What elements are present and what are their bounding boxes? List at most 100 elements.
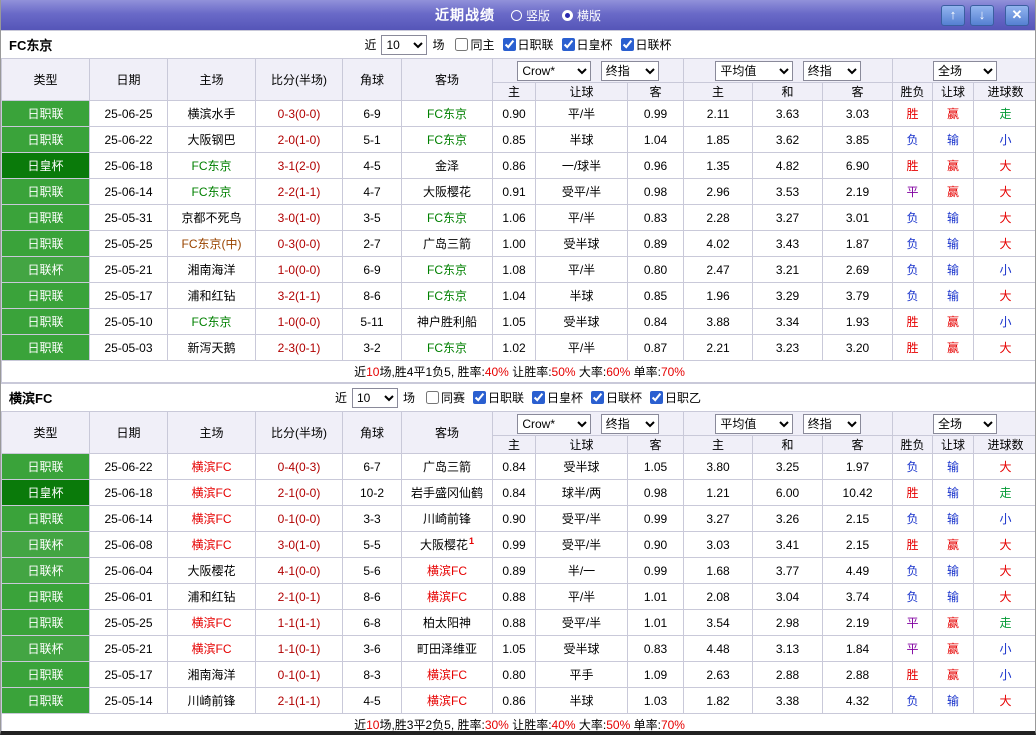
recent-results-panel: 近期战绩 竖版 横版 ↑ ↓ ✕ FC东京 近 10 场 同主 日职联 日皇杯 日联杯 <box>0 0 1036 735</box>
home-team-link[interactable]: 浦和红钻 <box>167 583 256 610</box>
away-team-link[interactable]: 金泽 <box>401 152 493 179</box>
checkbox-input[interactable] <box>532 391 545 404</box>
filter-checkbox-1[interactable]: 日职联 <box>502 36 554 53</box>
corners: 4-5 <box>342 687 402 714</box>
filter-checkbox-2[interactable]: 日皇杯 <box>561 36 613 53</box>
away-team-link[interactable]: 川崎前锋 <box>401 505 493 532</box>
checkbox-input[interactable] <box>425 391 439 404</box>
away-team-link[interactable]: 町田泽维亚 <box>401 635 493 662</box>
home-team-link[interactable]: FC东京 <box>167 308 256 335</box>
home-team-link[interactable]: 横滨水手 <box>167 100 256 127</box>
avg-draw: 3.25 <box>752 453 824 480</box>
away-team-link[interactable]: FC东京 <box>401 204 493 231</box>
away-team-link[interactable]: 广岛三箭 <box>401 453 493 480</box>
result-wdl: 负 <box>892 505 934 532</box>
close-button[interactable]: ✕ <box>1005 4 1029 26</box>
away-team-link[interactable]: 横滨FC <box>401 557 493 584</box>
home-team-link[interactable]: 横滨FC <box>167 609 256 636</box>
odds-handicap: 平/半 <box>535 583 628 610</box>
average-select[interactable]: 平均值 <box>715 60 794 81</box>
col-result-goals: 进球数 <box>973 435 1035 454</box>
avg-draw: 3.21 <box>752 256 824 283</box>
average-stage-select[interactable]: 终指 <box>802 413 861 434</box>
corners: 2-7 <box>342 230 402 257</box>
scope-select[interactable]: 全场 <box>933 60 998 81</box>
radio-icon <box>510 9 522 21</box>
away-team-link[interactable]: FC东京 <box>401 256 493 283</box>
away-team-link[interactable]: 大阪樱花1 <box>401 531 493 558</box>
home-team-link[interactable]: FC东京 <box>167 152 256 179</box>
odds-company-select[interactable]: Crow* <box>517 60 592 81</box>
avg-draw: 3.62 <box>752 126 824 153</box>
filter-checkbox-0[interactable]: 同赛 <box>425 389 465 406</box>
filter-checkbox-1[interactable]: 日职联 <box>472 389 524 406</box>
avg-draw: 3.26 <box>752 505 824 532</box>
result-wdl: 负 <box>892 204 934 231</box>
odds-handicap: 球半/两 <box>535 479 628 506</box>
checkbox-input[interactable] <box>455 38 469 51</box>
odds-company-select[interactable]: Crow* <box>517 413 592 434</box>
away-team-link[interactable]: 神户胜利船 <box>401 308 493 335</box>
recent-count-select[interactable]: 10 <box>381 34 428 55</box>
home-team-link[interactable]: 大阪樱花 <box>167 557 256 584</box>
checkbox-input[interactable] <box>650 391 664 404</box>
home-team-link[interactable]: 横滨FC <box>167 479 256 506</box>
away-team-link[interactable]: 横滨FC <box>401 583 493 610</box>
col-date: 日期 <box>89 411 168 454</box>
layout-radio-option-1[interactable]: 横版 <box>562 7 601 24</box>
result-handicap: 输 <box>932 687 975 714</box>
odds-away: 1.03 <box>626 687 685 714</box>
away-team-link[interactable]: 横滨FC <box>401 687 493 714</box>
col-score: 比分(半场) <box>255 411 343 454</box>
away-team-link[interactable]: 柏太阳神 <box>401 609 493 636</box>
away-team-link[interactable]: FC东京 <box>401 100 493 127</box>
layout-radio-option-0[interactable]: 竖版 <box>510 7 550 24</box>
filter-checkbox-3[interactable]: 日联杯 <box>591 389 642 406</box>
home-team-link[interactable]: 新泻天鹅 <box>167 334 256 361</box>
checkbox-input[interactable] <box>502 38 516 51</box>
home-team-link[interactable]: 湘南海洋 <box>167 256 256 283</box>
checkbox-input[interactable] <box>472 391 486 404</box>
score: 2-0(1-0) <box>255 126 343 153</box>
away-team-link[interactable]: FC东京 <box>401 126 493 153</box>
average-select[interactable]: 平均值 <box>715 413 794 434</box>
score: 0-3(0-0) <box>255 230 343 257</box>
away-team-link[interactable]: 岩手盛冈仙鹤 <box>401 479 493 506</box>
home-team-link[interactable]: 川崎前锋 <box>167 687 256 714</box>
filter-checkbox-3[interactable]: 日联杯 <box>620 36 672 53</box>
move-up-button[interactable]: ↑ <box>941 4 965 26</box>
home-team-link[interactable]: 湘南海洋 <box>167 661 256 688</box>
filter-checkbox-2[interactable]: 日皇杯 <box>532 389 583 406</box>
filter-checkbox-4[interactable]: 日职乙 <box>650 389 701 406</box>
odds-stage-select[interactable]: 终指 <box>600 60 659 81</box>
home-team-link[interactable]: FC东京(中) <box>167 230 256 257</box>
avg-away: 10.42 <box>822 479 894 506</box>
home-team-link[interactable]: 横滨FC <box>167 531 256 558</box>
average-stage-select[interactable]: 终指 <box>802 60 861 81</box>
recent-count-select[interactable]: 10 <box>351 387 398 408</box>
home-team-link[interactable]: 京都不死鸟 <box>167 204 256 231</box>
away-team-link[interactable]: FC东京 <box>401 334 493 361</box>
summary-segment: 大率: <box>575 365 607 379</box>
home-team-link[interactable]: 横滨FC <box>167 505 256 532</box>
filter-checkbox-0[interactable]: 同主 <box>455 36 495 53</box>
scope-select[interactable]: 全场 <box>933 413 998 434</box>
away-team-link[interactable]: FC东京 <box>401 282 493 309</box>
filter-checkboxes: 同赛 日职联 日皇杯 日联杯 日职乙 <box>425 389 701 406</box>
checkbox-input[interactable] <box>561 38 575 51</box>
avg-draw: 3.77 <box>752 557 824 584</box>
home-team-link[interactable]: 横滨FC <box>167 453 256 480</box>
checkbox-input[interactable] <box>620 38 634 51</box>
away-team-link[interactable]: 大阪樱花 <box>401 178 493 205</box>
home-team-link[interactable]: 横滨FC <box>167 635 256 662</box>
corners: 5-5 <box>342 531 402 558</box>
match-date: 25-06-14 <box>89 178 168 205</box>
home-team-link[interactable]: 大阪钢巴 <box>167 126 256 153</box>
move-down-button[interactable]: ↓ <box>970 4 994 26</box>
checkbox-input[interactable] <box>591 391 605 404</box>
away-team-link[interactable]: 横滨FC <box>401 661 493 688</box>
odds-stage-select[interactable]: 终指 <box>600 413 659 434</box>
home-team-link[interactable]: 浦和红钻 <box>167 282 256 309</box>
home-team-link[interactable]: FC东京 <box>167 178 256 205</box>
away-team-link[interactable]: 广岛三箭 <box>401 230 493 257</box>
